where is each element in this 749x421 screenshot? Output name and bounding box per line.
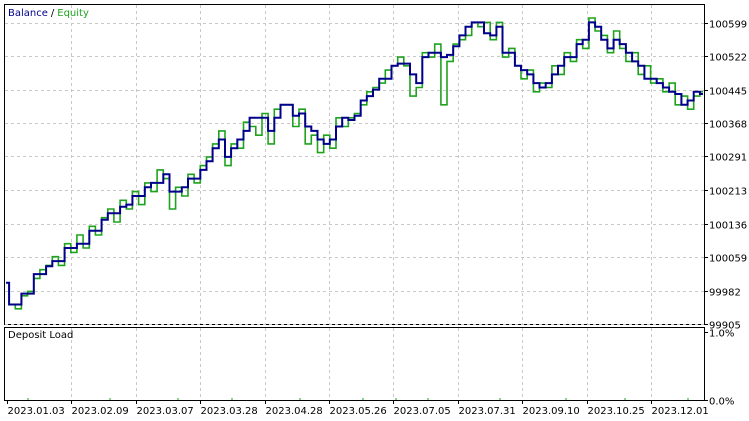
x-tick-label: 2023.07.31 (459, 406, 516, 417)
deposit-load-tick-label: 0.0% (709, 397, 734, 408)
x-tick-label: 2023.10.25 (588, 406, 645, 417)
y-tick-label: 100213 (709, 187, 747, 198)
y-tick-label: 100368 (709, 120, 747, 131)
x-tick-label: 2023.05.26 (330, 406, 387, 417)
x-tick-label: 2023.03.07 (137, 406, 194, 417)
y-tick-label: 100599 (709, 20, 747, 31)
x-tick-label: 2023.12.01 (652, 406, 709, 417)
x-tick-label: 2023.04.28 (266, 406, 323, 417)
y-tick-label: 100445 (709, 87, 747, 98)
x-tick-label: 2023.03.28 (201, 406, 258, 417)
x-tick-label: 2023.02.09 (72, 406, 129, 417)
deposit-load-title: Deposit Load (8, 330, 73, 341)
legend-balance: Balance (8, 8, 48, 19)
y-tick-label: 100059 (709, 254, 747, 265)
chart-canvas: 100599 100522 100445 100368 100291 100213 1001… (0, 0, 749, 421)
x-tick-label: 2023.01.03 (8, 406, 65, 417)
y-tick-label: 99982 (709, 288, 741, 299)
chart-background (0, 0, 749, 421)
y-tick-label: 100291 (709, 153, 747, 164)
y-tick-label: 100522 (709, 53, 747, 64)
x-tick-label: 2023.07.05 (394, 406, 451, 417)
legend-equity: Equity (57, 8, 89, 19)
deposit-load-tick-label: 1.0% (709, 329, 734, 340)
y-tick-label: 100136 (709, 221, 747, 232)
x-tick-label: 2023.09.10 (523, 406, 580, 417)
